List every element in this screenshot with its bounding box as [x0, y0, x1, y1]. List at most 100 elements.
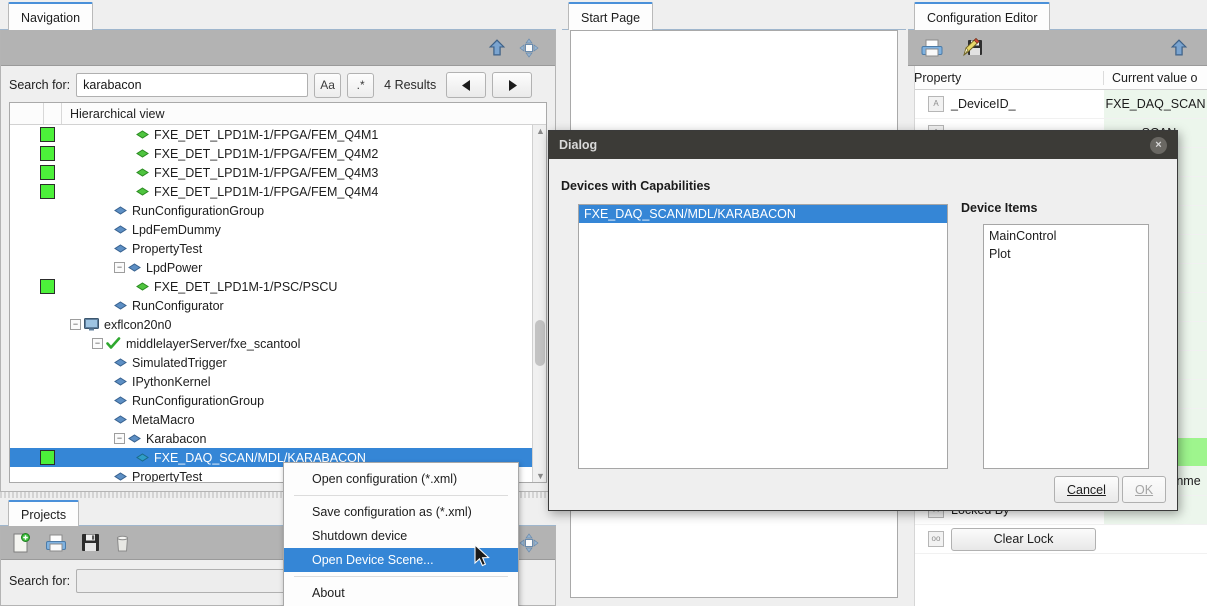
tree-item-checkbox[interactable]: [40, 279, 55, 294]
save-icon[interactable]: [81, 533, 100, 552]
diamond-blue-icon: [114, 472, 127, 481]
search-input[interactable]: [76, 73, 309, 97]
cancel-button[interactable]: Cancel: [1054, 476, 1119, 503]
context-menu-items[interactable]: Open configuration (*.xml) Save configura…: [284, 467, 518, 605]
save-edit-icon[interactable]: [962, 37, 984, 58]
tree-item-label: PropertyTest: [132, 241, 203, 256]
regex-button[interactable]: .*: [347, 72, 375, 98]
device-list-item[interactable]: FXE_DAQ_SCAN/MDL/KARABACON: [579, 205, 947, 223]
device-item-list-item[interactable]: Plot: [984, 245, 1148, 263]
tab-projects[interactable]: Projects: [8, 500, 80, 526]
navigation-search-row: Search for: Aa .* 4 Results: [1, 66, 555, 104]
diamond-blue-icon: [114, 244, 127, 253]
config-row-name-label: _DeviceID_: [951, 97, 1016, 111]
tree-item[interactable]: − exflcon20n0: [10, 315, 546, 334]
tree-expander-collapse[interactable]: −: [70, 319, 81, 330]
tree-item-checkbox[interactable]: [40, 127, 55, 142]
tree-item[interactable]: − LpdPower: [10, 258, 546, 277]
tree-expander-collapse[interactable]: −: [114, 262, 125, 273]
match-case-button[interactable]: Aa: [314, 72, 342, 98]
check-green-icon: [106, 337, 121, 349]
navigation-tree[interactable]: Hierarchical view FXE_DET_LPD1M-1/FPGA/F…: [9, 102, 547, 483]
tree-item-label: FXE_DET_LPD1M-1/FPGA/FEM_Q4M4: [154, 184, 379, 199]
print-icon[interactable]: [45, 533, 67, 553]
context-menu-item[interactable]: Save configuration as (*.xml): [284, 500, 518, 524]
open-device-scene-dialog[interactable]: Dialog × Devices with Capabilities Devic…: [548, 130, 1178, 511]
context-menu-item[interactable]: Open configuration (*.xml): [284, 467, 518, 491]
scroll-down-icon[interactable]: ▼: [536, 471, 545, 481]
tree-item[interactable]: IPythonKernel: [10, 372, 546, 391]
tree-item[interactable]: FXE_DET_LPD1M-1/PSC/PSCU: [10, 277, 546, 296]
dialog-titlebar[interactable]: Dialog ×: [549, 131, 1177, 159]
tree-item-checkbox[interactable]: [40, 184, 55, 199]
up-arrow-icon[interactable]: [487, 38, 507, 58]
start-page-tabstrip: Start Page: [562, 0, 906, 30]
tree-item[interactable]: FXE_DET_LPD1M-1/FPGA/FEM_Q4M1: [10, 125, 546, 144]
tree-item-label: PropertyTest: [132, 469, 203, 483]
tab-start-page[interactable]: Start Page: [568, 2, 654, 30]
tree-item-checkbox[interactable]: [40, 165, 55, 180]
devices-with-capabilities-label: Devices with Capabilities: [561, 179, 711, 193]
tree-item-checkbox[interactable]: [40, 450, 55, 465]
cancel-label: Cancel: [1067, 482, 1106, 497]
navigation-tabstrip: Navigation: [0, 0, 556, 30]
tree-item-label: SimulatedTrigger: [132, 355, 227, 370]
context-menu-item[interactable]: Open Device Scene...: [284, 548, 518, 572]
tree-item[interactable]: PropertyTest: [10, 239, 546, 258]
tree-item-label: FXE_DET_LPD1M-1/FPGA/FEM_Q4M3: [154, 165, 379, 180]
clear-lock-button[interactable]: Clear Lock: [951, 527, 1096, 551]
projects-search-label: Search for:: [9, 574, 71, 588]
config-table-row[interactable]: oo Clear Lock: [908, 525, 1207, 554]
tree-item[interactable]: SimulatedTrigger: [10, 353, 546, 372]
devices-list[interactable]: FXE_DAQ_SCAN/MDL/KARABACON: [578, 204, 948, 469]
new-project-icon[interactable]: [11, 532, 31, 553]
projects-move-cross-arrows-icon[interactable]: [519, 532, 539, 553]
tree-item[interactable]: LpdFemDummy: [10, 220, 546, 239]
devices-list-items[interactable]: FXE_DAQ_SCAN/MDL/KARABACON: [579, 205, 947, 223]
config-table-row[interactable]: A _DeviceID_ FXE_DAQ_SCAN: [908, 90, 1207, 119]
context-menu-item[interactable]: Shutdown device: [284, 524, 518, 548]
tree-item[interactable]: MetaMacro: [10, 410, 546, 429]
tree-item-label: RunConfigurationGroup: [132, 203, 265, 218]
type-badge-icon: oo: [928, 531, 944, 547]
tree-item[interactable]: FXE_DET_LPD1M-1/FPGA/FEM_Q4M2: [10, 144, 546, 163]
tree-item[interactable]: − Karabacon: [10, 429, 546, 448]
config-table-header: Property Current value o: [908, 66, 1207, 90]
tree-item[interactable]: − middlelayerServer/fxe_scantool: [10, 334, 546, 353]
tree-vertical-scrollbar[interactable]: ▲ ▼: [532, 125, 546, 482]
context-menu-separator: [294, 576, 508, 577]
device-items-list[interactable]: MainControl Plot: [983, 224, 1149, 469]
tree-expander-collapse[interactable]: −: [92, 338, 103, 349]
tab-navigation[interactable]: Navigation: [8, 2, 94, 30]
tree-item-label: exflcon20n0: [104, 317, 172, 332]
delete-icon[interactable]: [114, 533, 131, 553]
tab-configuration-editor[interactable]: Configuration Editor: [914, 2, 1051, 30]
close-icon[interactable]: ×: [1150, 136, 1167, 154]
find-next-button[interactable]: [492, 72, 533, 98]
device-item-list-item[interactable]: MainControl: [984, 227, 1148, 245]
tree-item[interactable]: FXE_DET_LPD1M-1/FPGA/FEM_Q4M4: [10, 182, 546, 201]
diamond-green-icon: [136, 130, 149, 139]
navigation-panel: Navigation Search for: karabacon Aa .* 4…: [0, 0, 556, 492]
tree-item[interactable]: RunConfigurator: [10, 296, 546, 315]
find-previous-button[interactable]: [446, 72, 487, 98]
left-triangle-icon: [461, 79, 470, 91]
tree-item[interactable]: FXE_DET_LPD1M-1/FPGA/FEM_Q4M3: [10, 163, 546, 182]
tree-item[interactable]: RunConfigurationGroup: [10, 201, 546, 220]
print-icon[interactable]: [920, 38, 944, 58]
config-row-name: oo Clear Lock: [908, 525, 1104, 553]
tree-item-checkbox[interactable]: [40, 146, 55, 161]
tree-context-menu[interactable]: Open configuration (*.xml) Save configura…: [283, 462, 519, 606]
device-items-list-items[interactable]: MainControl Plot: [984, 225, 1148, 263]
up-arrow-icon[interactable]: [1169, 38, 1189, 58]
scroll-up-icon[interactable]: ▲: [536, 126, 545, 136]
tree-expander-collapse[interactable]: −: [114, 433, 125, 444]
tree-item-list[interactable]: FXE_DET_LPD1M-1/FPGA/FEM_Q4M1 FXE_DET_LPD…: [10, 125, 546, 482]
context-menu-item[interactable]: About: [284, 581, 518, 605]
move-cross-arrows-icon[interactable]: [519, 37, 539, 58]
ok-button[interactable]: OK: [1122, 476, 1167, 503]
scrollbar-thumb[interactable]: [535, 320, 545, 366]
search-label: Search for:: [9, 78, 71, 92]
tree-item[interactable]: RunConfigurationGroup: [10, 391, 546, 410]
projects-search-input[interactable]: [76, 569, 309, 593]
